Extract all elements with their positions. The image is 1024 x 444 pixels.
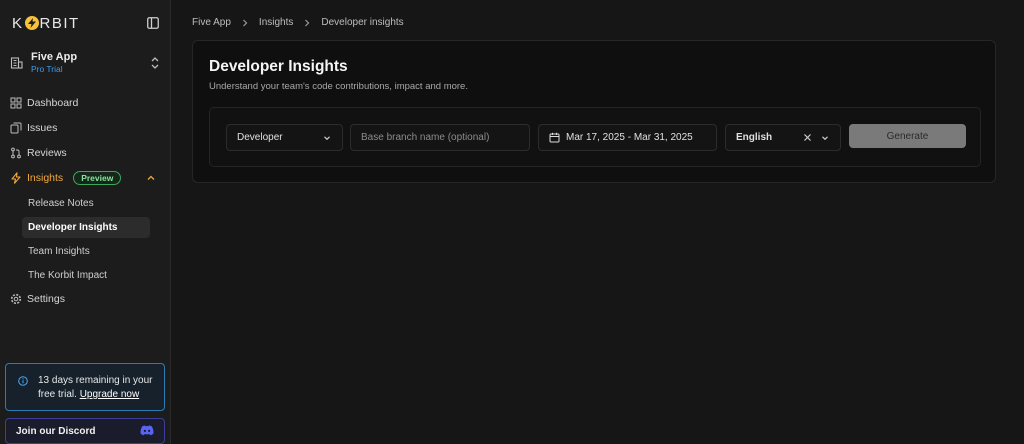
discord-label: Join our Discord: [16, 425, 96, 437]
workspace-name: Five App: [31, 51, 78, 63]
sidebar-item-label: Settings: [27, 293, 65, 305]
sidebar-item-settings[interactable]: Settings: [10, 289, 160, 309]
trial-text: 13 days remaining in your free trial. Up…: [38, 374, 156, 410]
sidebar-nav: Dashboard Issues Reviews Insights Previe…: [10, 93, 160, 314]
date-range-value: Mar 17, 2025 - Mar 31, 2025: [566, 132, 693, 143]
sidebar-item-label: Insights: [27, 172, 64, 184]
lightning-icon: [10, 172, 22, 184]
logo-text-left: K: [12, 14, 24, 32]
insights-form: Developer Mar 17, 2025 - Mar 31, 2025 En…: [209, 107, 981, 167]
sidebar-item-label: Issues: [27, 122, 58, 134]
breadcrumb-item-app[interactable]: Five App: [192, 17, 231, 28]
base-branch-input[interactable]: [350, 124, 530, 151]
chevron-right-icon: [302, 18, 312, 28]
sidebar-item-label: Dashboard: [27, 97, 79, 109]
clear-icon[interactable]: [803, 133, 812, 142]
generate-button[interactable]: Generate: [849, 124, 966, 148]
info-icon: [18, 376, 28, 386]
sidebar-toggle-icon[interactable]: [146, 16, 160, 30]
page-title: Developer Insights: [209, 58, 348, 75]
submenu-item-team-insights[interactable]: Team Insights: [22, 241, 150, 262]
language-select[interactable]: English: [725, 124, 841, 151]
calendar-icon: [549, 132, 560, 143]
workspace-switcher[interactable]: Five App Pro Trial: [10, 50, 160, 76]
breadcrumb-item-insights[interactable]: Insights: [259, 17, 293, 28]
bolt-logo-icon: [24, 16, 39, 30]
breadcrumb-item-current: Developer insights: [321, 17, 404, 28]
logo-text-right: RBIT: [39, 14, 80, 32]
sidebar-item-reviews[interactable]: Reviews: [10, 143, 160, 163]
building-icon: [10, 56, 24, 70]
sidebar-item-label: Reviews: [27, 147, 67, 159]
trial-notice: 13 days remaining in your free trial. Up…: [5, 363, 165, 411]
discord-button[interactable]: Join our Discord: [5, 418, 165, 444]
issues-icon: [10, 122, 22, 134]
chevron-down-icon: [820, 133, 830, 143]
submenu-item-korbit-impact[interactable]: The Korbit Impact: [22, 265, 150, 286]
date-range-picker[interactable]: Mar 17, 2025 - Mar 31, 2025: [538, 124, 717, 151]
sidebar-item-insights[interactable]: Insights Preview: [10, 168, 160, 188]
developer-select[interactable]: Developer: [226, 124, 343, 151]
developer-insights-card: Developer Insights Understand your team'…: [192, 40, 996, 183]
breadcrumb: Five App Insights Developer insights: [192, 17, 404, 28]
language-select-value: English: [736, 132, 773, 143]
submenu-item-developer-insights[interactable]: Developer Insights: [22, 217, 150, 238]
chevron-down-icon: [322, 133, 332, 143]
pull-request-icon: [10, 147, 22, 159]
sidebar: K RBIT Five App Pro Trial Dashboard Issu…: [0, 0, 171, 444]
submenu-item-release-notes[interactable]: Release Notes: [22, 193, 150, 214]
upgrade-link[interactable]: Upgrade now: [80, 389, 139, 400]
gear-icon: [10, 293, 22, 305]
logo-row: K RBIT: [12, 12, 160, 34]
chevron-right-icon: [240, 18, 250, 28]
dashboard-icon: [10, 97, 22, 109]
workspace-text: Five App Pro Trial: [31, 51, 150, 75]
sidebar-item-dashboard[interactable]: Dashboard: [10, 93, 160, 113]
sidebar-item-issues[interactable]: Issues: [10, 118, 160, 138]
page-subtitle: Understand your team's code contribution…: [209, 81, 468, 92]
discord-icon: [140, 425, 154, 437]
main-content: Five App Insights Developer insights Dev…: [171, 0, 1024, 444]
chevron-up-icon[interactable]: [146, 173, 156, 183]
workspace-plan: Pro Trial: [31, 64, 63, 74]
developer-select-value: Developer: [237, 132, 283, 143]
korbit-logo[interactable]: K RBIT: [12, 15, 80, 32]
chevron-up-down-icon: [150, 56, 160, 70]
preview-badge: Preview: [73, 171, 122, 185]
insights-submenu: Release Notes Developer Insights Team In…: [22, 193, 160, 286]
